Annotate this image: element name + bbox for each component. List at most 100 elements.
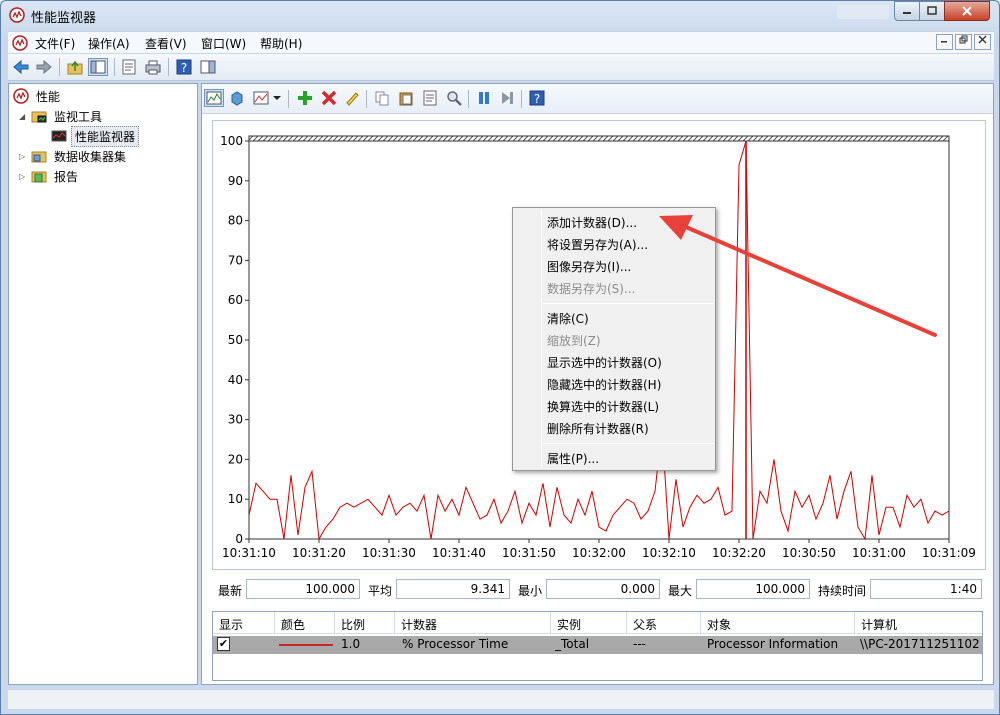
object-cell: Processor Information: [707, 637, 839, 651]
paste-counter-list-button[interactable]: [396, 89, 416, 107]
menu-item-add-counters[interactable]: 添加计数器(D)...: [547, 214, 637, 231]
show-checkbox[interactable]: ✔: [217, 637, 230, 651]
maximize-icon: [927, 6, 937, 15]
menu-view[interactable]: 查看(V): [145, 35, 187, 52]
column-header-color[interactable]: 颜色: [275, 612, 335, 634]
maximize-button[interactable]: [919, 1, 945, 21]
toolbar-separator: [521, 90, 522, 108]
annotation-arrow-shaft: [677, 222, 937, 337]
up-one-level-button[interactable]: [65, 58, 85, 76]
tree-label: 数据收集器集: [54, 149, 127, 164]
computer-cell: \\PC-201711251102: [860, 637, 980, 651]
column-header-instance[interactable]: 实例: [551, 612, 627, 634]
restore-icon: [959, 35, 968, 44]
back-button[interactable]: [11, 58, 31, 76]
change-graph-type-button[interactable]: [251, 89, 271, 107]
mdi-minimize-button[interactable]: [936, 34, 953, 50]
pause-icon: [479, 92, 489, 104]
y-tick-label: 100: [220, 134, 243, 148]
column-header-parent[interactable]: 父系: [627, 612, 701, 634]
menu-window[interactable]: 窗口(W): [201, 35, 246, 52]
folder-up-icon: [67, 60, 83, 75]
average-label: 平均: [368, 584, 393, 598]
counter-cell: % Processor Time: [402, 637, 509, 651]
blurred-region: [837, 5, 889, 19]
highlighter-pen-icon: [346, 92, 359, 106]
graph-type-dropdown[interactable]: [271, 89, 283, 107]
table-row[interactable]: ✔ 1.0 % Processor Time _Total --- Proces…: [213, 636, 982, 654]
menu-item-hide-selected-counters[interactable]: 隐藏选中的计数器(H): [547, 376, 661, 393]
view-current-activity-button[interactable]: [204, 89, 224, 107]
x-tick-label: 10:32:20: [712, 546, 766, 560]
freeze-display-button[interactable]: [474, 89, 494, 107]
tree-label: 性能: [36, 89, 61, 104]
highlight-button[interactable]: [342, 89, 362, 107]
column-header-object[interactable]: 对象: [701, 612, 855, 634]
counter-legend-table: 显示 颜色 比例 计数器 实例 父系 对象 计算机 ✔ 1.0 % Proces…: [212, 611, 983, 681]
collapse-triangle-icon[interactable]: ◢: [19, 112, 29, 121]
add-counter-button[interactable]: [295, 89, 315, 107]
zoom-button[interactable]: [444, 89, 464, 107]
help-button[interactable]: ?: [174, 58, 194, 76]
y-tick-label: 80: [228, 214, 243, 228]
tree-node-monitoring-tools[interactable]: ◢ 监视工具: [19, 107, 105, 125]
delete-x-icon: [321, 90, 337, 106]
title-bar[interactable]: 性能监视器: [1, 1, 999, 29]
menu-item-save-data-as: 数据另存为(S)...: [547, 282, 636, 296]
mdi-restore-button[interactable]: [955, 34, 972, 50]
menu-action[interactable]: 操作(A): [88, 35, 130, 52]
expand-triangle-icon[interactable]: ▷: [19, 172, 29, 181]
x-tick-label: 10:31:30: [362, 546, 416, 560]
x-tick-label: 10:31:00: [852, 546, 906, 560]
menu-item-scale-selected-counters[interactable]: 换算选中的计数器(L): [547, 398, 659, 415]
x-tick-label: 10:30:50: [782, 546, 836, 560]
close-button[interactable]: [944, 1, 990, 21]
update-data-button[interactable]: [497, 89, 517, 107]
menu-item-properties[interactable]: 属性(P)...: [547, 450, 599, 467]
mdi-app-icon[interactable]: [12, 35, 28, 51]
menu-item-remove-all-counters[interactable]: 删除所有计数器(R): [547, 420, 649, 437]
tree-node-performance-monitor[interactable]: 性能监视器: [51, 125, 140, 147]
paste-icon: [399, 92, 413, 106]
forward-button[interactable]: [34, 58, 54, 76]
graph-help-button[interactable]: ?: [527, 89, 547, 107]
properties-button[interactable]: [420, 89, 440, 107]
delete-counter-button[interactable]: [319, 89, 339, 107]
view-log-data-button[interactable]: [227, 89, 247, 107]
menu-separator: [543, 443, 713, 444]
menu-item-save-settings-as[interactable]: 将设置另存为(A)...: [547, 236, 648, 253]
column-header-computer[interactable]: 计算机: [855, 612, 983, 634]
x-tick-label: 10:31:50: [502, 546, 556, 560]
copy-icon: [375, 91, 389, 106]
y-tick-label: 60: [228, 293, 243, 307]
copy-properties-button[interactable]: [372, 89, 392, 107]
minimize-button[interactable]: [894, 1, 920, 21]
last-label: 最新: [218, 584, 243, 598]
properties-button[interactable]: [119, 58, 139, 76]
tree-node-data-collector-sets[interactable]: ▷ 数据收集器集: [19, 147, 129, 165]
print-button[interactable]: [143, 58, 163, 76]
minimum-label: 最小: [518, 584, 543, 598]
perfmon-app-icon: [9, 7, 25, 23]
menu-file[interactable]: 文件(F): [35, 35, 75, 52]
mdi-close-button[interactable]: [974, 34, 991, 50]
show-hide-console-tree-button[interactable]: [88, 58, 108, 76]
menu-item-show-selected-counters[interactable]: 显示选中的计数器(O): [547, 354, 662, 371]
y-tick-label: 10: [228, 492, 243, 506]
column-header-counter[interactable]: 计数器: [395, 612, 551, 634]
menu-item-clear[interactable]: 清除(C): [547, 310, 589, 327]
toolbar-separator: [366, 90, 367, 108]
column-header-scale[interactable]: 比例: [335, 612, 395, 634]
action-pane-button[interactable]: [198, 58, 218, 76]
menu-item-save-image-as[interactable]: 图像另存为(I)...: [547, 258, 631, 275]
tree-node-reports[interactable]: ▷ 报告: [19, 167, 81, 185]
expand-triangle-icon[interactable]: ▷: [19, 152, 29, 161]
tree-node-performance[interactable]: 性能: [13, 87, 63, 105]
printer-icon: [145, 60, 161, 75]
column-header-show[interactable]: 显示: [213, 612, 275, 634]
menu-help[interactable]: 帮助(H): [260, 35, 302, 52]
scale-cell: 1.0: [341, 637, 361, 651]
back-arrow-icon: [13, 59, 29, 75]
toolbar-separator: [468, 90, 469, 108]
minimize-icon: [903, 12, 911, 14]
